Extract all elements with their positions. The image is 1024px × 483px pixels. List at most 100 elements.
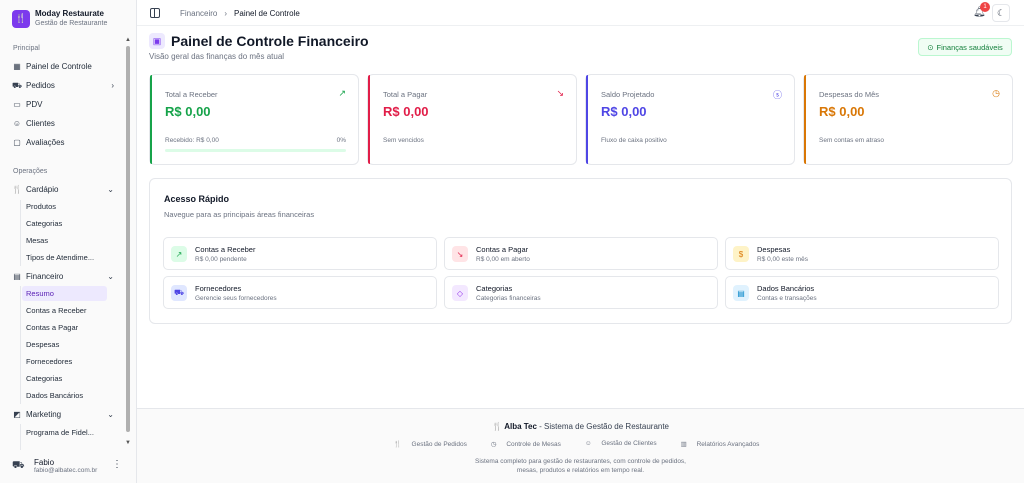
tag-icon: ◇ — [452, 285, 468, 301]
submenu-line — [20, 424, 21, 450]
quick-link-sub: R$ 0,00 este mês — [757, 256, 808, 263]
footer: 🍴 Alba Tec - Sistema de Gestão de Restau… — [137, 408, 1024, 483]
cart-icon: ⛟ — [12, 80, 23, 90]
sidebar-item-cardapio[interactable]: 🍴 Cardápio ⌄ — [12, 182, 118, 197]
brand[interactable]: 🍴 Moday Restaurate Gestão de Restaurante — [12, 9, 107, 28]
quick-link-despesas[interactable]: $ Despesas R$ 0,00 este mês — [725, 237, 999, 270]
chevron-down-icon: ⌄ — [107, 185, 114, 194]
quick-access-title: Acesso Rápido — [164, 194, 230, 204]
grid-icon: ▦ — [13, 62, 21, 71]
sidebar-item-financeiro[interactable]: ▤ Financeiro ⌄ — [12, 269, 118, 284]
more-vertical-icon[interactable]: ⋮ — [112, 459, 122, 470]
breadcrumb-current: Painel de Controle — [234, 9, 300, 18]
sidebar-subitem-produtos[interactable]: Produtos — [22, 199, 107, 214]
breadcrumb: Financeiro › Painel de Controle — [180, 9, 300, 18]
sidebar-item-painel[interactable]: ▦ Painel de Controle — [12, 59, 118, 74]
stat-card-note: Recebido: R$ 0,00 — [165, 137, 219, 144]
trending-up-icon: ↗ — [171, 246, 187, 262]
footer-desc-line: mesas, produtos e relatórios em tempo re… — [516, 467, 645, 474]
sidebar-item-label: Clientes — [26, 119, 55, 128]
sidebar-item-label: Painel de Controle — [26, 62, 92, 71]
stat-card-note: Sem contas em atraso — [819, 137, 885, 144]
submenu-line — [20, 286, 21, 404]
sidebar-item-avaliacoes[interactable]: ▢ Avaliações — [12, 135, 118, 150]
brand-subtitle: Gestão de Restaurante — [35, 20, 108, 27]
sidebar-subitem-fornecedores[interactable]: Fornecedores — [22, 354, 107, 369]
footer-links: 🍴 Gestão de Pedidos ◷ Controle de Mesas … — [137, 440, 1024, 448]
footer-brand-name: Alba Tec — [504, 422, 537, 431]
users-icon: ☺ — [12, 119, 22, 128]
sidebar-scrollbar-thumb[interactable] — [126, 46, 130, 432]
document-icon: ▤ — [733, 285, 749, 301]
stat-card-value: R$ 0,00 — [165, 104, 211, 119]
check-circle-icon: ⊙ — [927, 42, 934, 52]
sidebar-subitem-mesas[interactable]: Mesas — [22, 233, 107, 248]
quick-link-contas-receber[interactable]: ↗ Contas a Receber R$ 0,00 pendente — [163, 237, 437, 270]
status-badge-label: Finanças saudáveis — [936, 42, 1003, 52]
quick-link-sub: Contas e transações — [757, 295, 817, 302]
footer-link-mesas: ◷ Controle de Mesas — [490, 441, 561, 448]
sidebar-nav: Principal ▦ Painel de Controle ⛟ Pedidos… — [0, 40, 122, 450]
quick-link-sub: Categorias financeiras — [476, 295, 541, 302]
stat-card-value: R$ 0,00 — [819, 104, 865, 119]
chevron-right-icon: › — [224, 9, 228, 18]
sidebar-subitem-despesas[interactable]: Despesas — [22, 337, 107, 352]
stat-card-percent: 0% — [336, 137, 346, 144]
footer-link-label: Gestão de Pedidos — [411, 441, 467, 448]
megaphone-icon: ◩ — [13, 410, 21, 419]
sidebar-item-clientes[interactable]: ☺ Clientes — [12, 116, 118, 131]
trending-down-icon: ↘ — [556, 88, 564, 98]
sidebar-subitem-contas-pagar[interactable]: Contas a Pagar — [22, 320, 107, 335]
sidebar-subitem-categorias-fin[interactable]: Categorias — [22, 371, 107, 386]
scroll-up-arrow[interactable]: ▲ — [125, 37, 131, 43]
utensils-icon: 🍴 — [491, 422, 502, 431]
sidebar-item-pedidos[interactable]: ⛟ Pedidos › — [12, 78, 118, 93]
breadcrumb-item[interactable]: Financeiro — [180, 9, 217, 18]
user-avatar-icon: ⛟ — [12, 459, 25, 471]
sidebar-subitem-resumo[interactable]: Resumo — [22, 286, 107, 301]
quick-link-contas-pagar[interactable]: ↘ Contas a Pagar R$ 0,00 em aberto — [444, 237, 718, 270]
progress-bar — [165, 149, 346, 152]
trending-down-icon: ↘ — [452, 246, 468, 262]
quick-link-dados-bancarios[interactable]: ▤ Dados Bancários Contas e transações — [725, 276, 999, 309]
sidebar-subitem-fidelidade[interactable]: Programa de Fidel... — [22, 425, 107, 440]
user-profile[interactable]: ⛟ Fabio fabio@albatec.com.br ⋮ — [12, 456, 128, 476]
stat-card-label: Despesas do Mês — [819, 90, 880, 99]
trending-up-icon: ↗ — [338, 88, 346, 98]
sidebar-subitem-categorias[interactable]: Categorias — [22, 216, 107, 231]
sidebar-subitem-dados-bancarios[interactable]: Dados Bancários — [22, 388, 107, 403]
sidebar-subitem-tipos-atendimento[interactable]: Tipos de Atendime... — [22, 250, 107, 265]
sidebar-item-pdv[interactable]: ▭ PDV — [12, 97, 118, 112]
group-label-operacoes: Operações — [13, 168, 48, 175]
footer-description: Sistema completo para gestão de restaura… — [137, 457, 1024, 475]
group-label-principal: Principal — [13, 45, 40, 52]
footer-brand: 🍴 Alba Tec - Sistema de Gestão de Restau… — [137, 422, 1024, 431]
notification-badge: 1 — [980, 2, 990, 12]
scroll-down-arrow[interactable]: ▼ — [125, 440, 131, 446]
quick-link-categorias[interactable]: ◇ Categorias Categorias financeiras — [444, 276, 718, 309]
quick-link-fornecedores[interactable]: ⛟ Fornecedores Gerencie seus fornecedore… — [163, 276, 437, 309]
footer-tagline: - Sistema de Gestão de Restaurante — [536, 422, 670, 431]
stat-card-label: Total a Pagar — [383, 90, 428, 99]
stat-card-pagar: Total a Pagar R$ 0,00 ↘ Sem vencidos — [367, 74, 577, 165]
quick-link-sub: Gerencie seus fornecedores — [195, 295, 277, 302]
footer-link-pedidos: 🍴 Gestão de Pedidos — [393, 441, 467, 448]
theme-toggle-button[interactable]: ☾ — [992, 4, 1010, 22]
quick-link-title: Dados Bancários — [757, 284, 815, 293]
sidebar-item-label: Financeiro — [26, 272, 64, 281]
sidebar-item-label: Cardápio — [26, 185, 59, 194]
chevron-right-icon: › — [111, 81, 114, 90]
sidebar-item-marketing[interactable]: ◩ Marketing ⌄ — [12, 407, 118, 422]
sidebar-item-label: Avaliações — [26, 138, 65, 147]
sidebar-subitem-contas-receber[interactable]: Contas a Receber — [22, 303, 107, 318]
chevron-down-icon: ⌄ — [107, 410, 114, 419]
sidebar: 🍴 Moday Restaurate Gestão de Restaurante… — [0, 0, 137, 483]
sidebar-item-label: Marketing — [26, 410, 62, 419]
sidebar-toggle-icon[interactable] — [150, 8, 160, 18]
pos-icon: ▭ — [13, 100, 21, 109]
user-name: Fabio — [34, 457, 55, 467]
chevron-down-icon: ⌄ — [107, 272, 114, 281]
wallet-icon: ▤ — [13, 272, 21, 281]
quick-link-sub: R$ 0,00 pendente — [195, 256, 247, 263]
footer-link-label: Gestão de Clientes — [601, 440, 657, 447]
